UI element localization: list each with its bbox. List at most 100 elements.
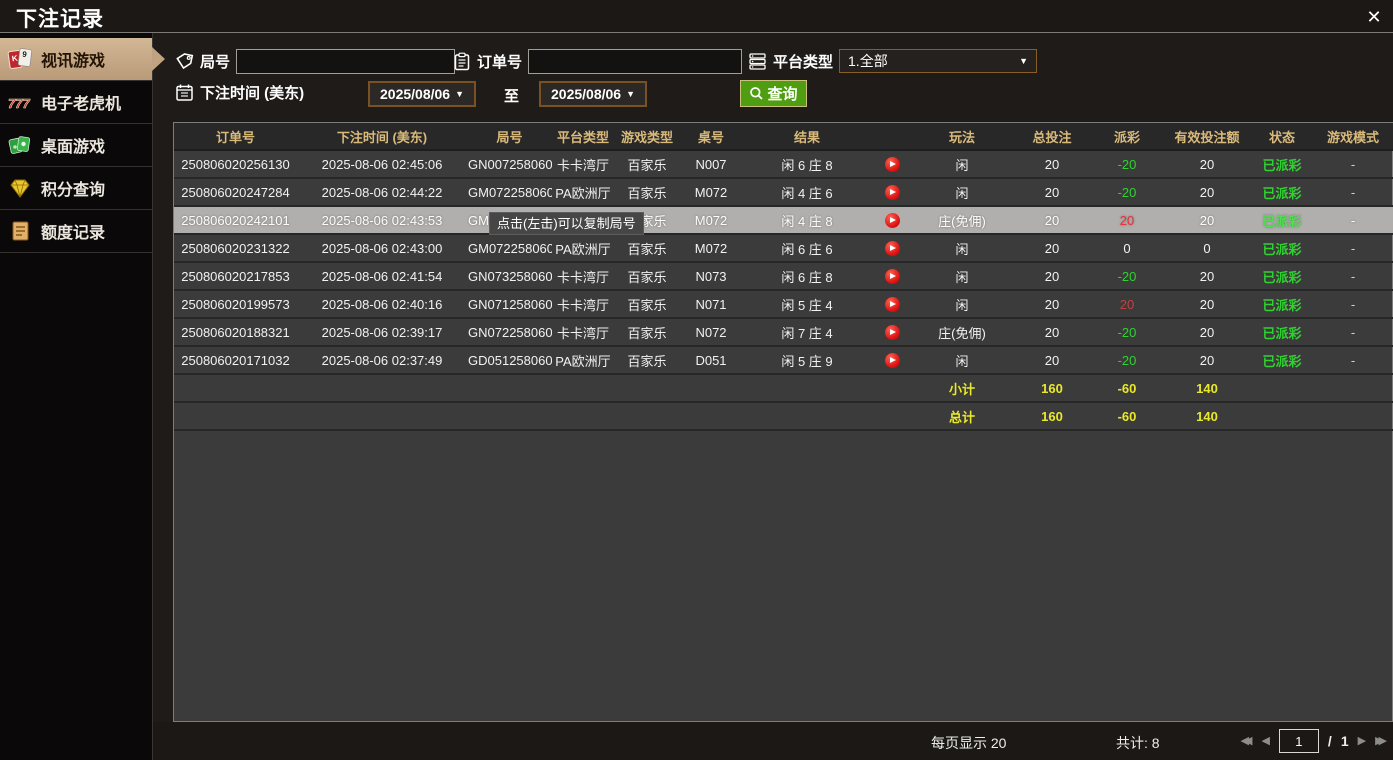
sidebar-item-table-games[interactable]: 桌面游戏 [0,124,152,167]
cell-time: 2025-08-06 02:44:22 [297,178,467,206]
cell-game-type: 百家乐 [614,150,680,178]
cell-round[interactable]: GN07325806063 [467,262,552,290]
date-to-select[interactable]: 2025/08/06 ▼ [539,81,647,107]
date-from-select[interactable]: 2025/08/06 ▼ [368,81,476,107]
cell-game-mode: - [1312,150,1393,178]
slot-777-icon: 777 [7,89,34,115]
chevron-down-icon: ▼ [455,89,464,99]
cell-round[interactable]: GM072258060JK [467,234,552,262]
cell-game-type: 百家乐 [614,262,680,290]
platform-filter-group: 平台类型 1.全部 ▼ [748,49,1037,73]
cell-table-no: N072 [680,318,742,346]
cell-payout: -20 [1092,318,1162,346]
cell-play-type: 闲 [912,346,1012,374]
prev-page-icon[interactable]: ◀ [1261,730,1269,752]
cell-status: 已派彩 [1252,290,1312,318]
subtotal-label: 小计 [912,374,1012,402]
table-row[interactable]: 2508060201883212025-08-06 02:39:17GN0722… [174,318,1393,346]
cell-game-mode: - [1312,318,1393,346]
cell-payout: -20 [1092,150,1162,178]
table-row[interactable]: 2508060202421012025-08-06 02:43:53GM0722… [174,206,1393,234]
round-label: 局号 [175,51,230,72]
next-page-icon[interactable]: ▶ [1358,730,1366,752]
cell-result: 闲 5 庄 9 [742,346,872,374]
cell-game-type: 百家乐 [614,178,680,206]
sidebar-item-points-query[interactable]: 积分查询 [0,167,152,210]
cell-table-no: M072 [680,178,742,206]
table-row[interactable]: 2508060202313222025-08-06 02:43:00GM0722… [174,234,1393,262]
first-page-icon[interactable]: ◀◀ [1241,730,1253,752]
col-status: 状态 [1252,123,1312,150]
main-content: 局号 订单号 [153,33,1393,760]
subtotal-total-bet: 160 [1012,374,1092,402]
tag-icon [175,52,194,71]
cell-status: 已派彩 [1252,346,1312,374]
cell-result: 闲 6 庄 6 [742,234,872,262]
cell-payout: -20 [1092,346,1162,374]
sidebar-item-video-games[interactable]: K 9 视讯游戏 [0,38,152,81]
table-row[interactable]: 2508060202178532025-08-06 02:41:54GN0732… [174,262,1393,290]
cell-valid-bet: 20 [1162,318,1252,346]
subtotal-valid-bet: 140 [1162,374,1252,402]
grand-total-valid-bet: 140 [1162,402,1252,430]
cell-valid-bet: 20 [1162,150,1252,178]
cell-game-mode: - [1312,206,1393,234]
table-row[interactable]: 2508060202472842025-08-06 02:44:22GM0722… [174,178,1393,206]
play-video-icon[interactable] [885,269,900,284]
table-row[interactable]: 2508060201710322025-08-06 02:37:49GD0512… [174,346,1393,374]
cell-round[interactable]: GN0072580606C [467,150,552,178]
play-video-icon[interactable] [885,353,900,368]
table-totals: 小计 160 -60 140 总计 160 -60 140 [174,374,1393,430]
col-time: 下注时间 (美东) [297,123,467,150]
grand-total-label: 总计 [912,402,1012,430]
page-count: 1 [1341,733,1349,749]
col-game-type: 游戏类型 [614,123,680,150]
query-button-label: 查询 [767,83,797,104]
play-video-icon[interactable] [885,241,900,256]
cell-game-type: 百家乐 [614,318,680,346]
cell-platform: 卡卡湾厅 [552,262,614,290]
play-video-icon[interactable] [885,297,900,312]
cell-play-type: 闲 [912,262,1012,290]
round-input[interactable] [236,49,455,74]
page-number-input[interactable] [1279,729,1319,753]
query-button[interactable]: 查询 [740,80,807,107]
order-input[interactable] [528,49,742,74]
play-video-icon[interactable] [885,185,900,200]
grand-total-payout: -60 [1092,402,1162,430]
cell-round[interactable]: GN0722580605X [467,318,552,346]
cell-platform: 卡卡湾厅 [552,150,614,178]
grand-total-row: 总计 160 -60 140 [174,402,1393,430]
sidebar-item-label: 电子老虎机 [41,90,121,114]
calendar-icon [175,83,194,102]
col-platform: 平台类型 [552,123,614,150]
platform-select[interactable]: 1.全部 ▼ [839,49,1037,73]
table-row[interactable]: 2508060202561302025-08-06 02:45:06GN0072… [174,150,1393,178]
grand-total-total-bet: 160 [1012,402,1092,430]
last-page-icon[interactable]: ▶▶ [1375,730,1387,752]
play-video-icon[interactable] [885,213,900,228]
search-icon [749,86,764,101]
cell-round[interactable]: GN0712580606G [467,290,552,318]
play-video-icon[interactable] [885,157,900,172]
col-round: 局号 [467,123,552,150]
sidebar-item-slots[interactable]: 777 电子老虎机 [0,81,152,124]
cell-round[interactable]: GD051258060CZ [467,346,552,374]
sidebar-item-label: 视讯游戏 [41,47,105,71]
cell-table-no: M072 [680,234,742,262]
cell-result: 闲 4 庄 8 [742,206,872,234]
cell-status: 已派彩 [1252,234,1312,262]
cell-table-no: N073 [680,262,742,290]
chevron-down-icon: ▼ [1019,56,1028,66]
cell-round[interactable]: GM072258060JU [467,178,552,206]
platform-select-value: 1.全部 [848,51,888,71]
sidebar-item-credit-record[interactable]: 额度记录 [0,210,152,253]
table-row[interactable]: 2508060201995732025-08-06 02:40:16GN0712… [174,290,1393,318]
cell-payout: 20 [1092,206,1162,234]
close-icon[interactable]: ✕ [1362,5,1386,29]
cell-valid-bet: 20 [1162,290,1252,318]
cell-game-type: 百家乐 [614,290,680,318]
platform-list-icon [748,52,767,70]
play-video-icon[interactable] [885,325,900,340]
cell-total-bet: 20 [1012,262,1092,290]
